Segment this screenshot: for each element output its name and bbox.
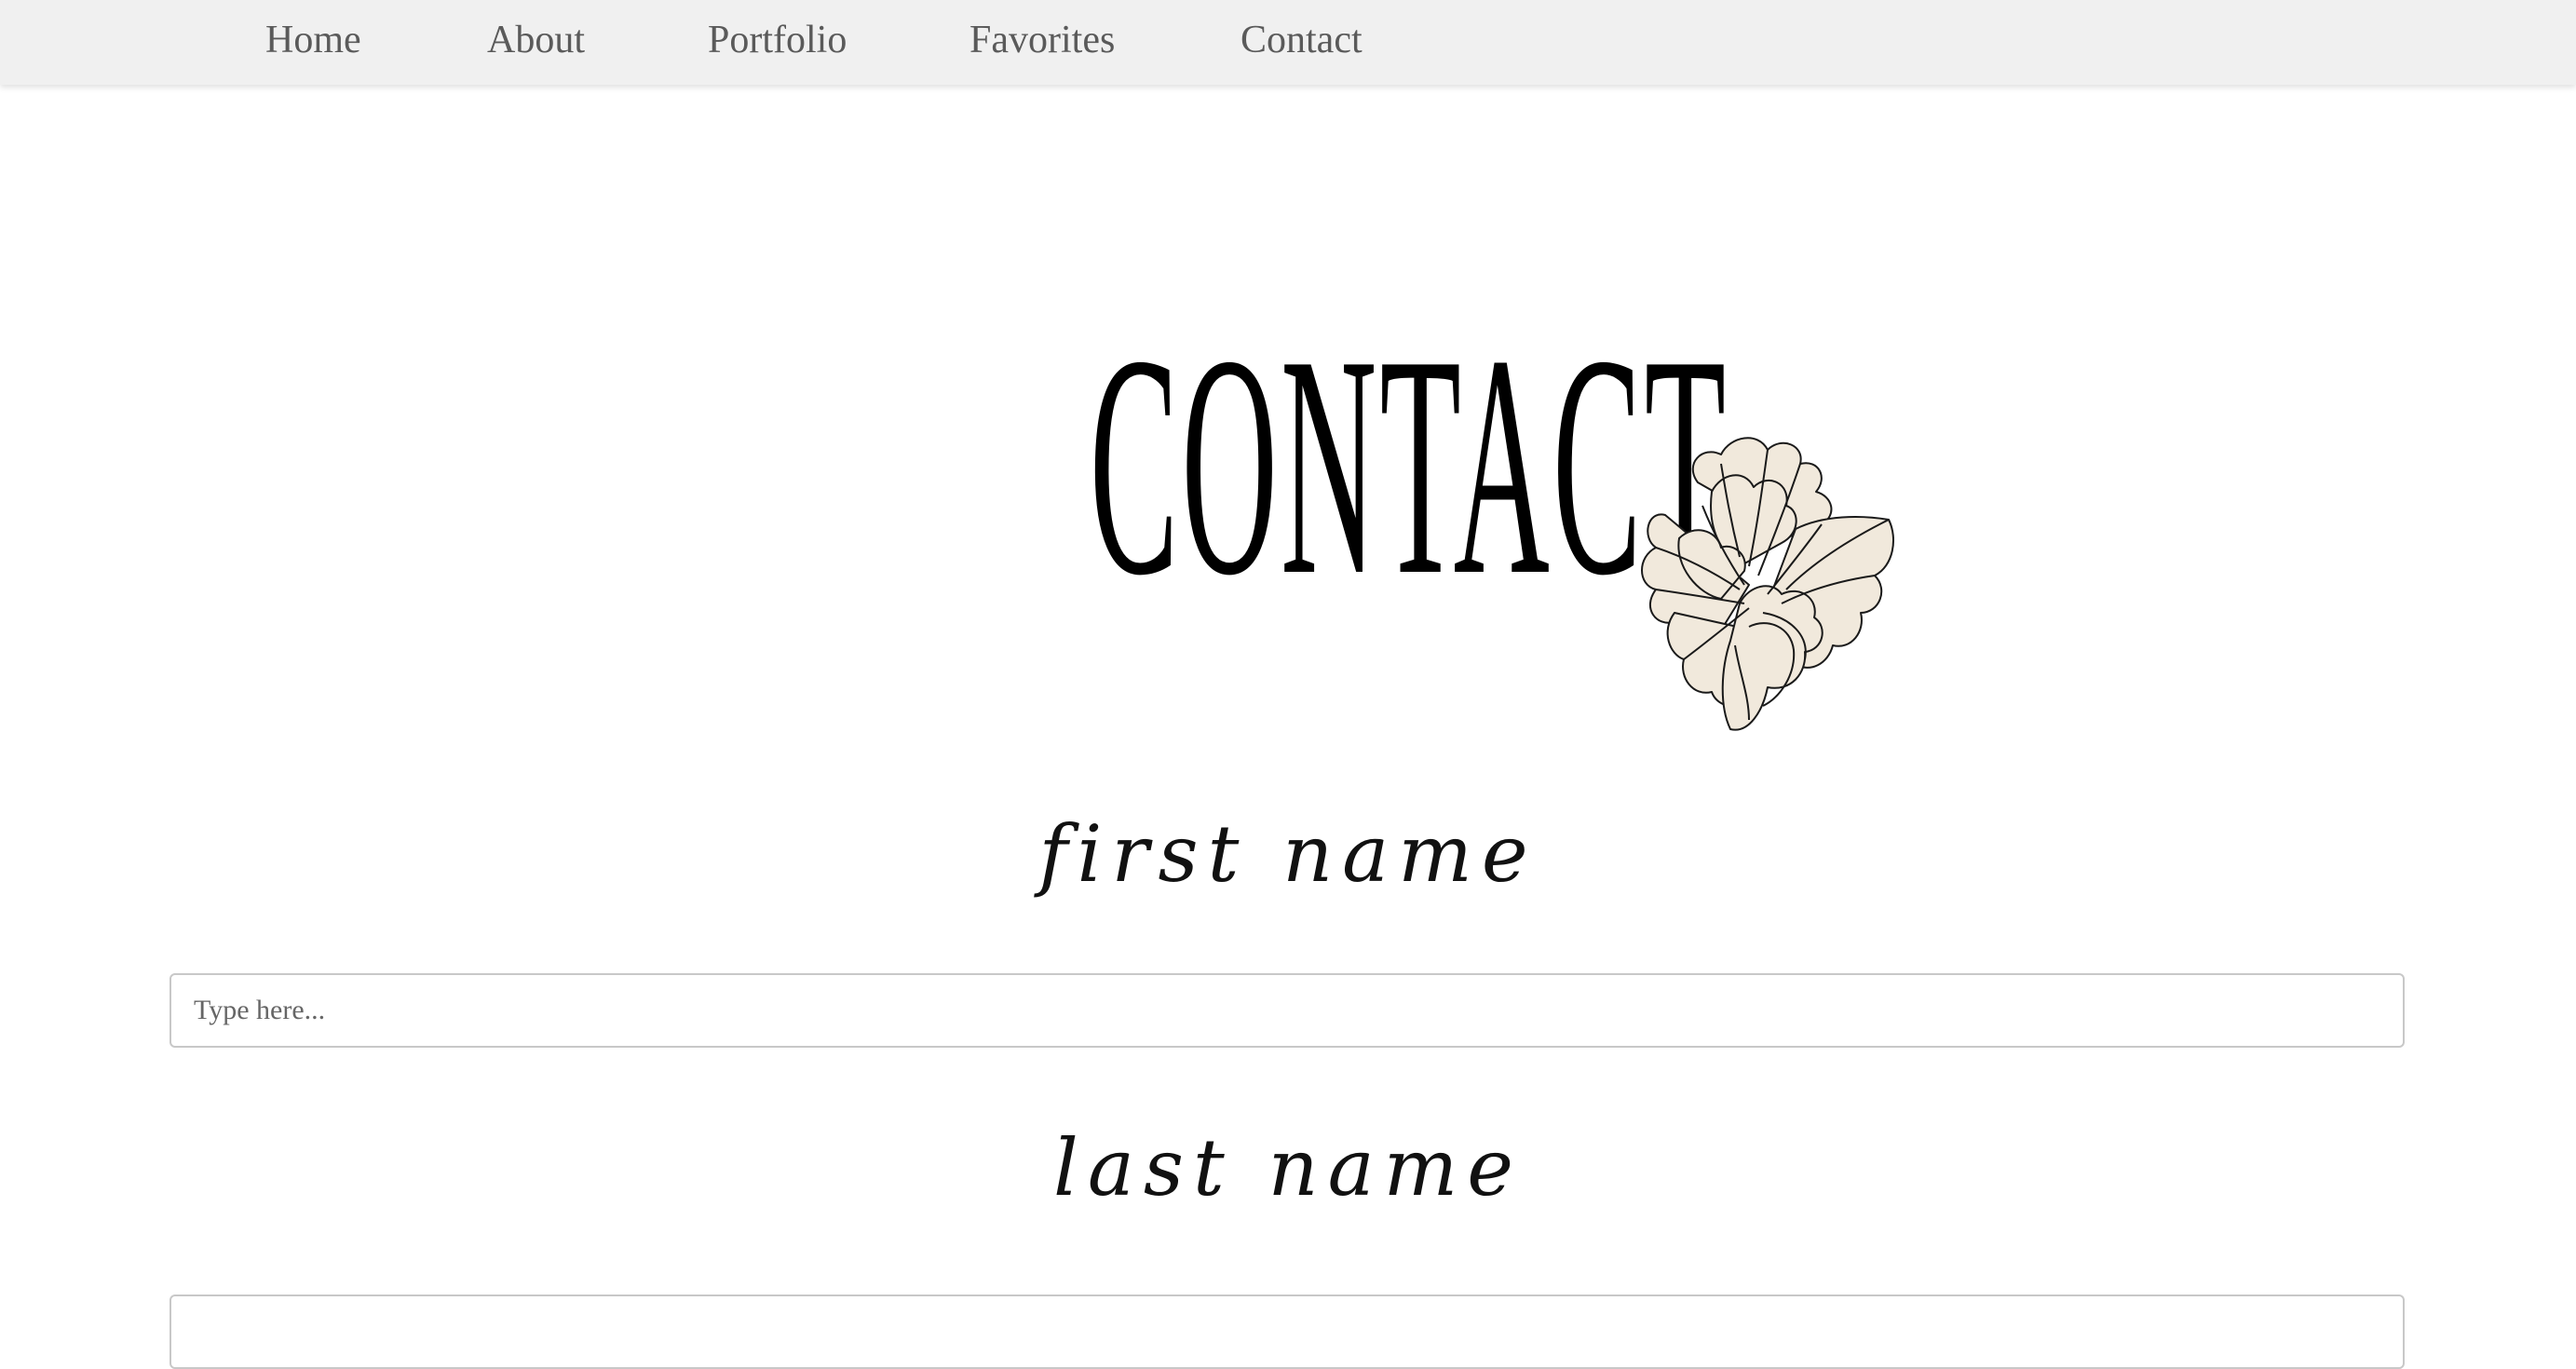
nav-item-portfolio[interactable]: Portfolio xyxy=(708,0,847,80)
nav-item-favorites[interactable]: Favorites xyxy=(969,0,1115,80)
top-navbar: Home About Portfolio Favorites Contact xyxy=(0,0,2576,85)
last-name-input[interactable] xyxy=(169,1294,2405,1369)
first-name-label: first name xyxy=(1038,808,1538,900)
peony-flower-icon xyxy=(1609,427,1905,743)
first-name-input[interactable] xyxy=(169,973,2405,1048)
nav-item-about[interactable]: About xyxy=(487,0,585,80)
nav-item-contact[interactable]: Contact xyxy=(1241,0,1363,80)
hero-section: CONTACT xyxy=(0,0,2576,731)
page-title: CONTACT xyxy=(1090,290,1729,641)
last-name-label: last name xyxy=(1052,1122,1524,1213)
nav-item-home[interactable]: Home xyxy=(265,0,361,80)
